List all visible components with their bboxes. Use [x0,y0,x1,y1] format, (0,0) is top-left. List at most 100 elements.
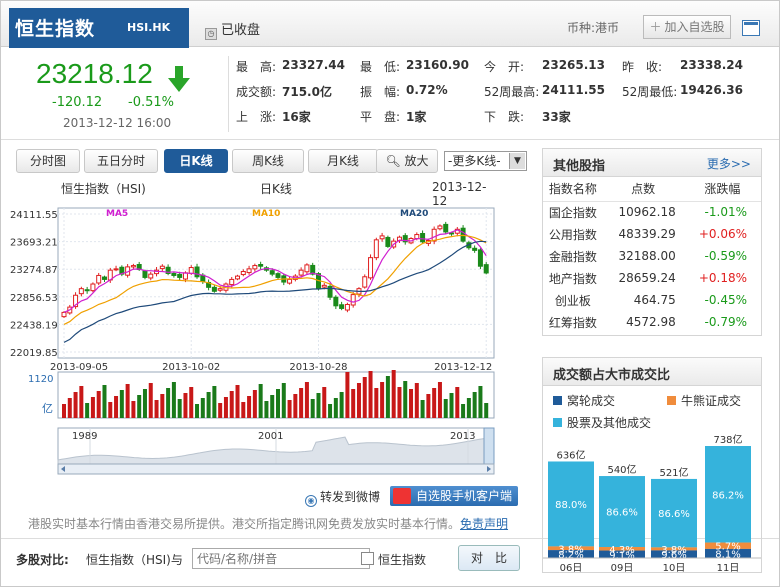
more-k-select[interactable]: -更多K线- ▼ [444,151,527,171]
candle [240,271,246,276]
index-value: 4572.98 [626,315,676,329]
volume-bar [264,401,269,418]
compare-button[interactable]: 对 比 [458,545,520,571]
panel-header: 成交额占大市成交比 [543,358,761,386]
volume-max-label: 1120 [28,374,53,385]
volume-bar [85,403,90,418]
stat-value: 19426.36 [680,83,744,97]
volume-bar [206,392,211,418]
stat-label: 平 盘: [360,110,401,124]
stat-value: 23265.13 [542,58,606,72]
y-tick-label: 22856.53 [10,293,58,304]
scrollbar[interactable] [57,463,495,475]
volume-bar [90,397,95,418]
table-row[interactable]: 创业板 464.75 -0.45% [543,289,761,311]
candle [304,264,310,273]
index-name[interactable]: 创业板 [543,289,603,311]
volume-bar [310,399,315,418]
candle [379,235,385,240]
volume-bar [455,387,460,418]
index-change: -0.59% [704,249,747,263]
category-label: 09日 [611,563,634,572]
volume-bar [368,371,373,418]
candle [217,288,223,291]
table-row[interactable]: 公用指数 48339.29 +0.06% [543,223,761,245]
candle [246,268,252,274]
stat-label: 成交额: [236,85,277,99]
stat-value: 16家 [282,110,311,124]
legend-label: 股票及其他成交 [567,416,652,430]
tab-daily-k[interactable]: 日K线 [164,149,228,173]
index-name[interactable]: 金融指数 [543,245,603,267]
bar-stock-label: 86.6% [658,509,690,520]
volume-bar [403,381,408,418]
candle [477,249,483,267]
table-row[interactable]: 金融指数 32188.00 -0.59% [543,245,761,267]
candle [130,265,136,268]
candle [339,304,345,309]
arrow-down-icon [168,66,190,92]
stat-label: 最 低: [360,60,401,74]
stats-grid: 最 高: 23327.44 最 低: 23160.90 今 开: 23265.13 昨 收:… [236,58,776,133]
share-weibo-label: 转发到微博 [320,490,381,504]
disclaimer-text: 港股实时基本行情由香港交易所提供。港交所指定腾讯网免费发放实时基本行情。 [28,517,461,531]
volume-bar [333,398,338,418]
mobile-client-button[interactable]: 自选股手机客户端 [390,486,518,506]
share-weibo-link[interactable]: ◉ 转发到微博 [305,488,380,507]
compare-checkbox[interactable] [361,552,374,565]
ma-label: MA5 [106,209,128,219]
panel-header: 其他股指 更多>> [543,149,761,177]
candle [90,283,96,292]
candle [252,265,258,270]
turnover-chart: 636亿88.0%3.8%8.2%06日540亿86.6%4.3%9.1%09日… [543,433,761,572]
overview-tick-label: 2001 [258,431,283,442]
candle [483,264,489,274]
candle [269,270,275,275]
volume-bar [299,388,304,418]
table-row[interactable]: 地产指数 28659.24 +0.18% [543,267,761,289]
tab-monthly-k[interactable]: 月K线 [308,149,378,173]
bar-total-label: 738亿 [713,433,742,446]
tab-intraday[interactable]: 分时图 [16,149,80,173]
candle [142,270,148,278]
candle [229,278,235,286]
ma-label: MA10 [252,209,280,219]
compare-current: 恒生指数（HSI)与 [86,553,183,567]
more-link[interactable]: 更多>> [707,155,751,172]
volume-bar [362,377,367,418]
candle [431,228,437,242]
volume-bar [148,383,153,418]
index-change: +0.18% [698,271,747,285]
volume-bar [125,384,130,418]
stat-value: 23160.90 [406,58,470,72]
range-handle[interactable] [483,427,495,465]
index-change: +0.06% [698,227,747,241]
tab-five-day[interactable]: 五日分时 [84,149,158,173]
table-row[interactable]: 国企指数 10962.18 -1.01% [543,201,761,223]
index-code: HSI.HK [127,21,171,34]
stat-label: 最 高: [236,60,277,74]
window-icon[interactable] [742,20,760,36]
volume-bar [102,385,107,418]
zoom-button[interactable]: 🔍︎ 放大 [376,149,438,173]
candle [298,269,304,276]
kline-chart[interactable]: 24111.55 23693.21 23274.87 22856.53 22438.19… [8,196,500,476]
candle [258,264,264,267]
compare-code-input[interactable] [192,548,370,569]
table-row[interactable]: 红筹指数 4572.98 -0.79% [543,311,761,333]
index-name[interactable]: 红筹指数 [543,311,603,333]
quote-timestamp: 2013-12-12 16:00 [63,116,172,130]
add-watchlist-button[interactable]: ＋加入自选股 [643,15,731,39]
top-bar: 恒生指数 HSI.HK ◷ 已收盘 币种:港币 ＋加入自选股 [1,1,779,48]
index-name[interactable]: 地产指数 [543,267,603,289]
volume-bar [229,391,234,418]
stat-value: 23338.24 [680,58,744,72]
index-name[interactable]: 公用指数 [543,223,603,245]
index-name[interactable]: 国企指数 [543,201,603,223]
tab-weekly-k[interactable]: 周K线 [232,149,304,173]
volume-bar [247,396,252,418]
disclaimer-link[interactable]: 免责声明 [460,517,508,531]
volume-bar [154,400,159,418]
stat-label: 昨 收: [622,60,663,74]
volume-bar [276,389,280,418]
